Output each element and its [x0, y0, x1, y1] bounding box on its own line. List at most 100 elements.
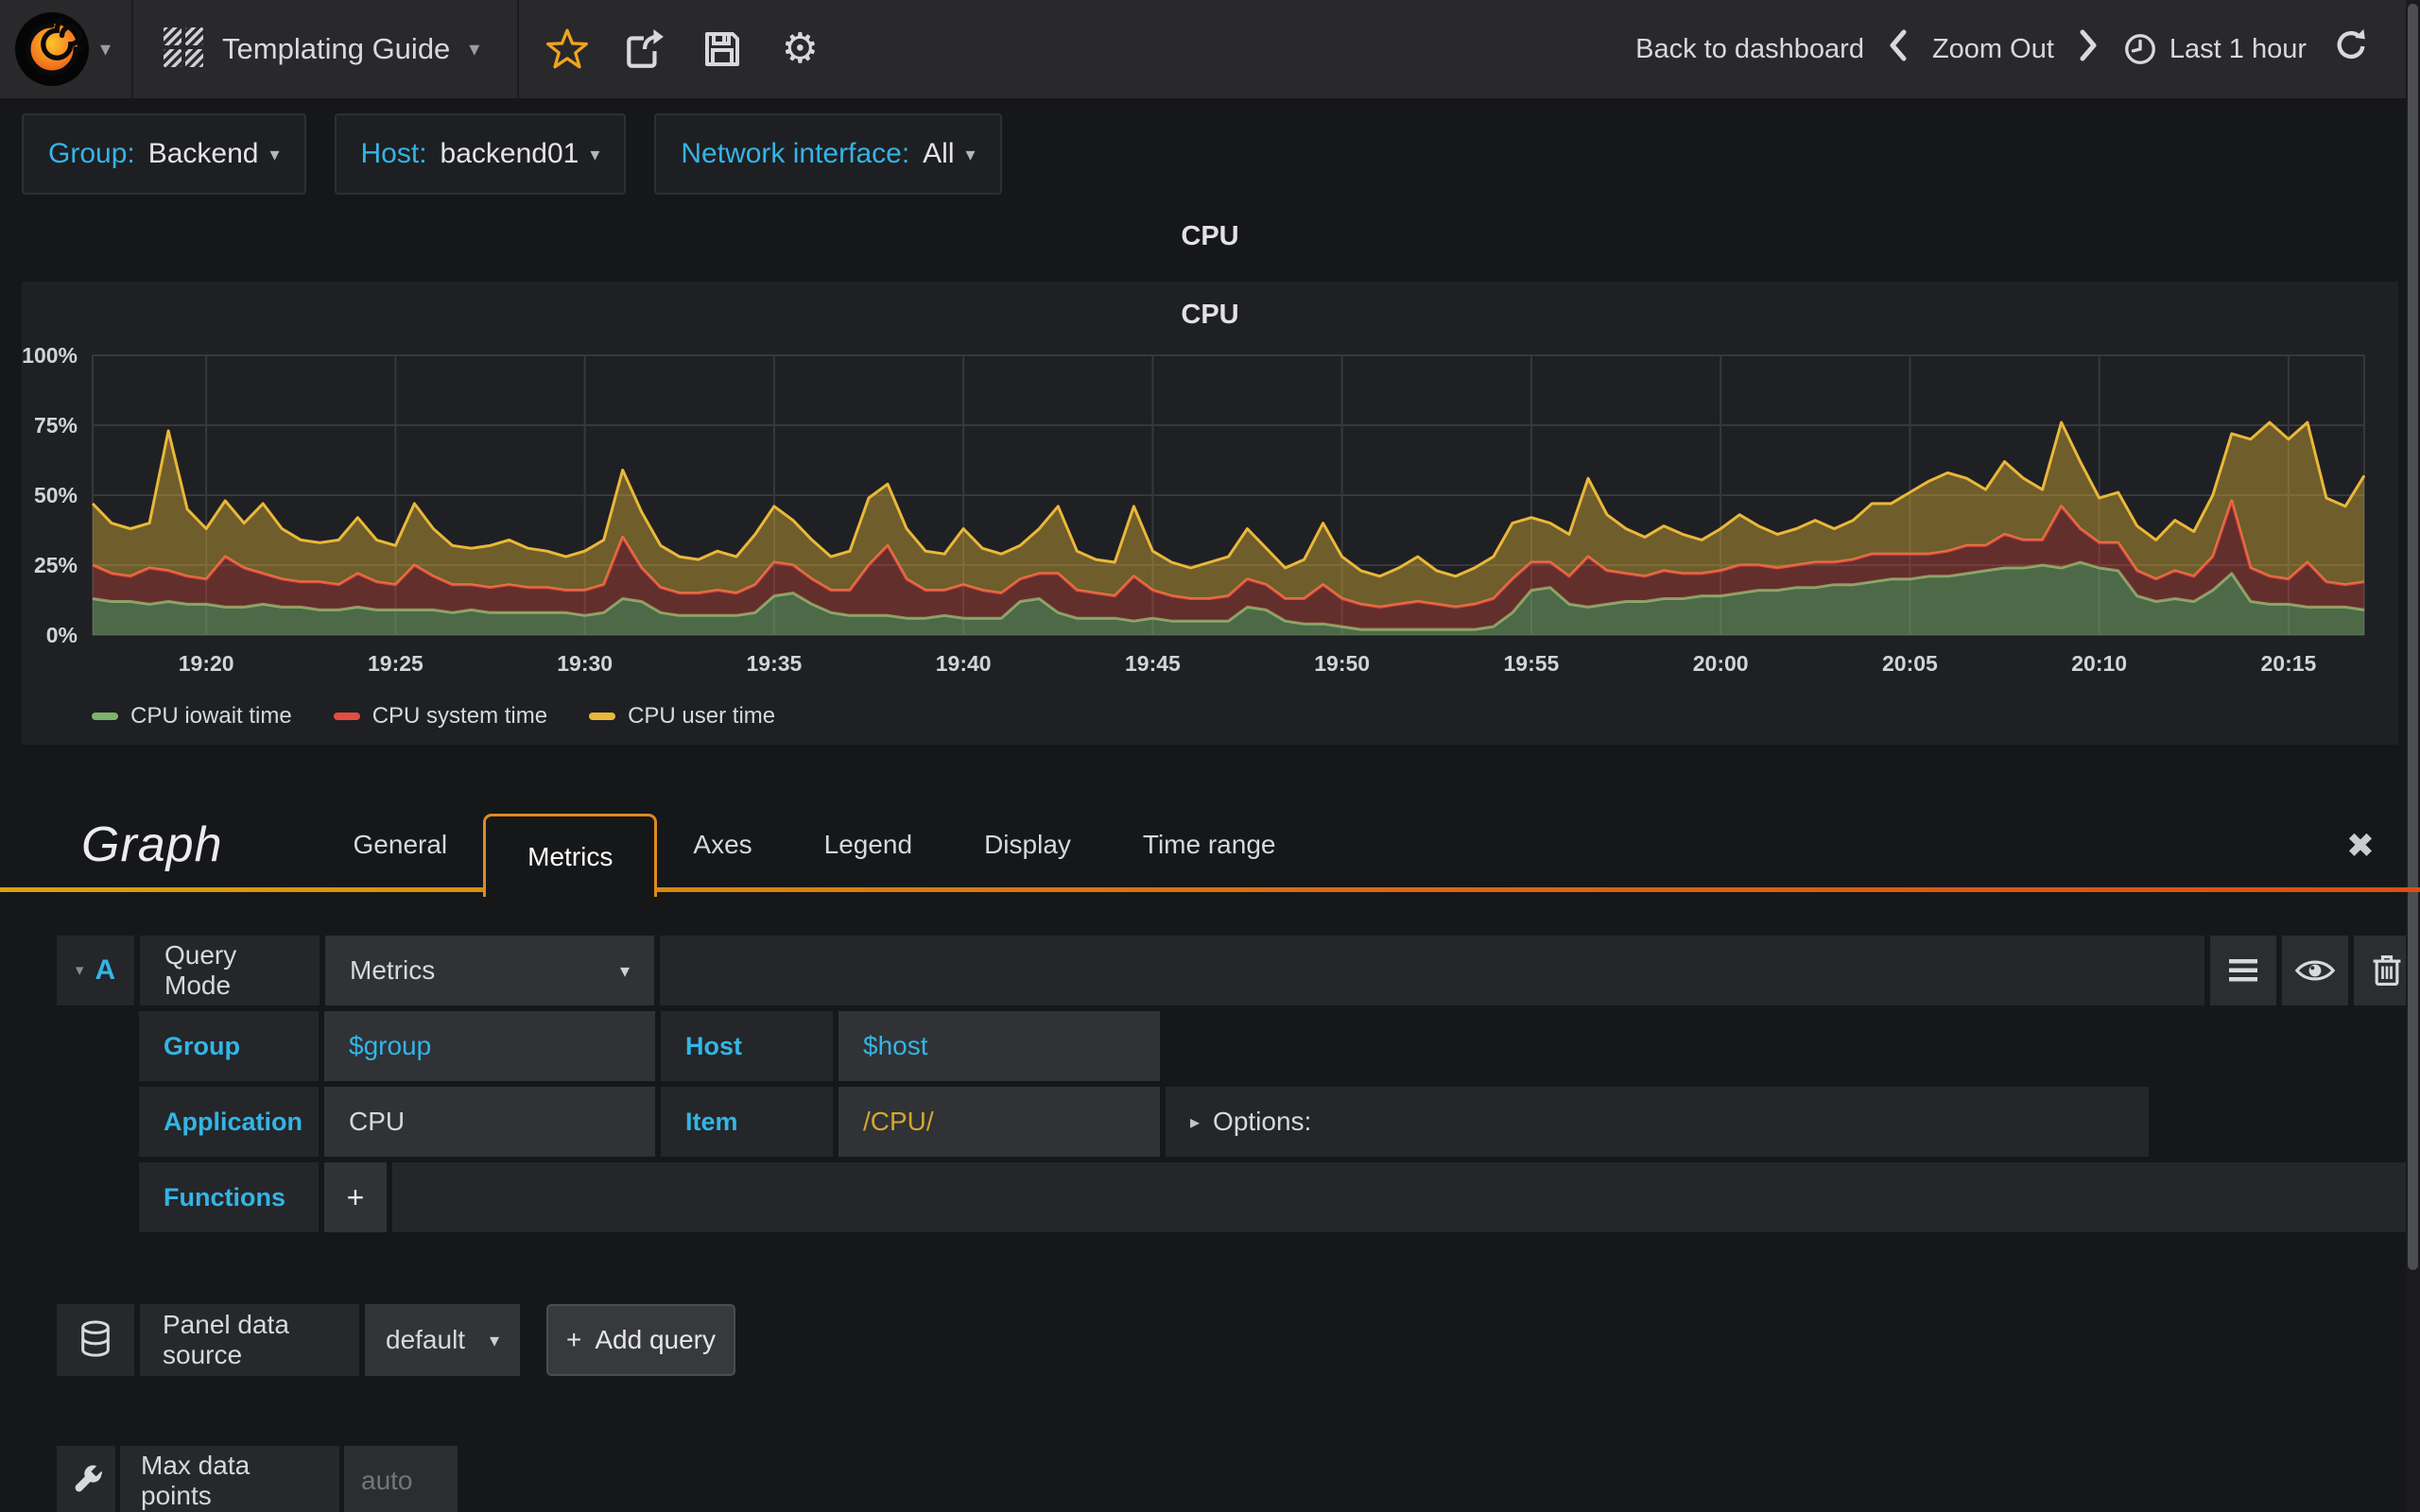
refresh-button[interactable] — [2331, 26, 2371, 73]
dashboard-grid-icon — [164, 26, 204, 72]
svg-text:19:55: 19:55 — [1503, 651, 1559, 676]
max-data-points-row: Max data points auto — [57, 1446, 2420, 1512]
tab-axes[interactable]: Axes — [657, 798, 787, 892]
metrics-tab-content: ▾ A Query Mode Metrics ▾ Group $group Ho… — [0, 892, 2420, 1512]
svg-text:19:50: 19:50 — [1314, 651, 1370, 676]
save-button[interactable] — [683, 0, 761, 98]
database-icon — [81, 1320, 110, 1357]
query-row-a: ▾ A Query Mode Metrics ▾ — [57, 936, 2420, 1005]
query-row-application-item: Application CPU Item /CPU/ ▸ Options: — [139, 1087, 2420, 1157]
legend-swatch-icon — [333, 713, 360, 720]
tab-legend[interactable]: Legend — [788, 798, 948, 892]
max-data-points-label: Max data points — [120, 1446, 339, 1512]
scrollbar-thumb[interactable] — [2408, 4, 2418, 1270]
svg-text:19:35: 19:35 — [746, 651, 802, 676]
back-to-dashboard-link[interactable]: Back to dashboard — [1635, 34, 1864, 65]
editor-panel-type-title: Graph — [81, 817, 223, 872]
group-field-input[interactable]: $group — [324, 1011, 655, 1081]
svg-text:50%: 50% — [34, 483, 78, 507]
grafana-logo-menu[interactable]: ▾ — [0, 0, 134, 98]
variable-host-value: backend01 — [440, 138, 579, 169]
svg-text:20:10: 20:10 — [2071, 651, 2127, 676]
variable-host[interactable]: Host: backend01 ▾ — [334, 113, 627, 195]
svg-text:19:25: 19:25 — [368, 651, 424, 676]
svg-text:19:30: 19:30 — [557, 651, 613, 676]
time-range-label: Last 1 hour — [2169, 33, 2307, 64]
graph-inner-title: CPU — [1181, 300, 1239, 330]
caret-down-icon: ▾ — [269, 144, 280, 165]
query-letter: A — [95, 954, 116, 986]
panel-header-title[interactable]: CPU — [0, 221, 2420, 272]
menu-icon — [2229, 959, 2257, 982]
grafana-logo-icon — [15, 12, 89, 86]
item-field-input[interactable]: /CPU/ — [838, 1087, 1160, 1157]
functions-row-filler — [392, 1162, 2420, 1232]
clock-icon — [2124, 34, 2155, 64]
dashboard-title-menu[interactable]: Templating Guide ▾ — [133, 0, 520, 98]
variable-group[interactable]: Group: Backend ▾ — [22, 113, 306, 195]
chart-legend: CPU iowait time CPU system time CPU user t… — [22, 690, 2398, 745]
wrench-icon-cell — [57, 1446, 115, 1512]
query-letter-toggle[interactable]: ▾ A — [57, 936, 134, 1005]
close-editor-button[interactable]: ✖ — [2346, 826, 2375, 866]
tab-metrics[interactable]: Metrics — [483, 814, 658, 897]
trash-icon — [2373, 955, 2401, 986]
time-picker-button[interactable]: Last 1 hour — [2122, 31, 2307, 67]
settings-button[interactable]: ⚙ — [761, 0, 838, 98]
functions-label: Functions — [139, 1162, 319, 1232]
query-toggle-visibility-button[interactable] — [2282, 936, 2348, 1005]
refresh-icon — [2337, 28, 2365, 60]
host-field-label: Host — [661, 1011, 833, 1081]
legend-swatch-icon — [589, 713, 616, 720]
caret-right-icon: ▸ — [1190, 1111, 1201, 1133]
datasource-value: default — [386, 1325, 466, 1354]
add-query-button[interactable]: + Add query — [546, 1304, 735, 1376]
legend-swatch-icon — [92, 713, 118, 720]
svg-text:19:45: 19:45 — [1125, 651, 1181, 676]
svg-text:100%: 100% — [22, 343, 78, 368]
add-function-button[interactable]: + — [324, 1162, 387, 1232]
query-mode-select[interactable]: Metrics ▾ — [325, 936, 654, 1005]
application-field-input[interactable]: CPU — [324, 1087, 655, 1157]
cpu-stacked-area-chart[interactable]: 0% 25% 50% 75% 100% 19:20 19:25 19:30 19:35 19:40… — [22, 342, 2398, 690]
add-query-label: Add query — [595, 1325, 716, 1354]
datasource-select[interactable]: default ▾ — [365, 1304, 520, 1376]
variable-network-interface[interactable]: Network interface: All ▾ — [654, 113, 1002, 195]
query-menu-button[interactable] — [2210, 936, 2276, 1005]
tab-time-range[interactable]: Time range — [1107, 798, 1312, 892]
graph-panel: CPU 0% 25% 50% 75% 100% 19:20 19:25 19:30 19:35 1… — [22, 282, 2398, 745]
logo-caret-icon: ▾ — [100, 37, 112, 60]
time-shift-left-button[interactable] — [1889, 29, 1908, 69]
legend-item[interactable]: CPU iowait time — [92, 703, 292, 730]
options-toggle[interactable]: ▸ Options: — [1166, 1087, 2149, 1157]
datasource-label: Panel data source — [140, 1304, 359, 1376]
svg-text:75%: 75% — [34, 413, 78, 438]
time-shift-right-button[interactable] — [2079, 29, 2098, 69]
tab-general[interactable]: General — [318, 798, 484, 892]
star-icon — [546, 28, 589, 69]
application-field-label: Application — [139, 1087, 319, 1157]
dashboard-title: Templating Guide — [222, 32, 451, 65]
caret-down-icon: ▾ — [619, 960, 630, 982]
query-mode-label: Query Mode — [140, 936, 320, 1005]
variable-netif-value: All — [923, 138, 955, 169]
caret-down-icon: ▾ — [590, 144, 600, 165]
share-button[interactable] — [606, 0, 683, 98]
share-icon — [627, 29, 665, 68]
navbar-actions: ⚙ — [519, 0, 848, 98]
svg-text:19:40: 19:40 — [936, 651, 992, 676]
host-field-input[interactable]: $host — [838, 1011, 1160, 1081]
svg-text:20:05: 20:05 — [1882, 651, 1938, 676]
legend-item[interactable]: CPU system time — [333, 703, 547, 730]
options-label: Options: — [1213, 1107, 1312, 1136]
max-data-points-input[interactable]: auto — [344, 1446, 458, 1512]
tab-display[interactable]: Display — [948, 798, 1107, 892]
star-button[interactable] — [528, 0, 606, 98]
legend-item[interactable]: CPU user time — [589, 703, 775, 730]
legend-label: CPU user time — [628, 703, 776, 729]
zoom-out-button[interactable]: Zoom Out — [1932, 34, 2054, 65]
template-variables-row: Group: Backend ▾ Host: backend01 ▾ Netwo… — [0, 98, 2420, 210]
navbar: ▾ Templating Guide ▾ ⚙ Back to dashboard… — [0, 0, 2420, 98]
chevron-left-icon — [1890, 29, 1907, 61]
panel-editor-header: Graph General Metrics Axes Legend Display Tim… — [0, 798, 2420, 897]
